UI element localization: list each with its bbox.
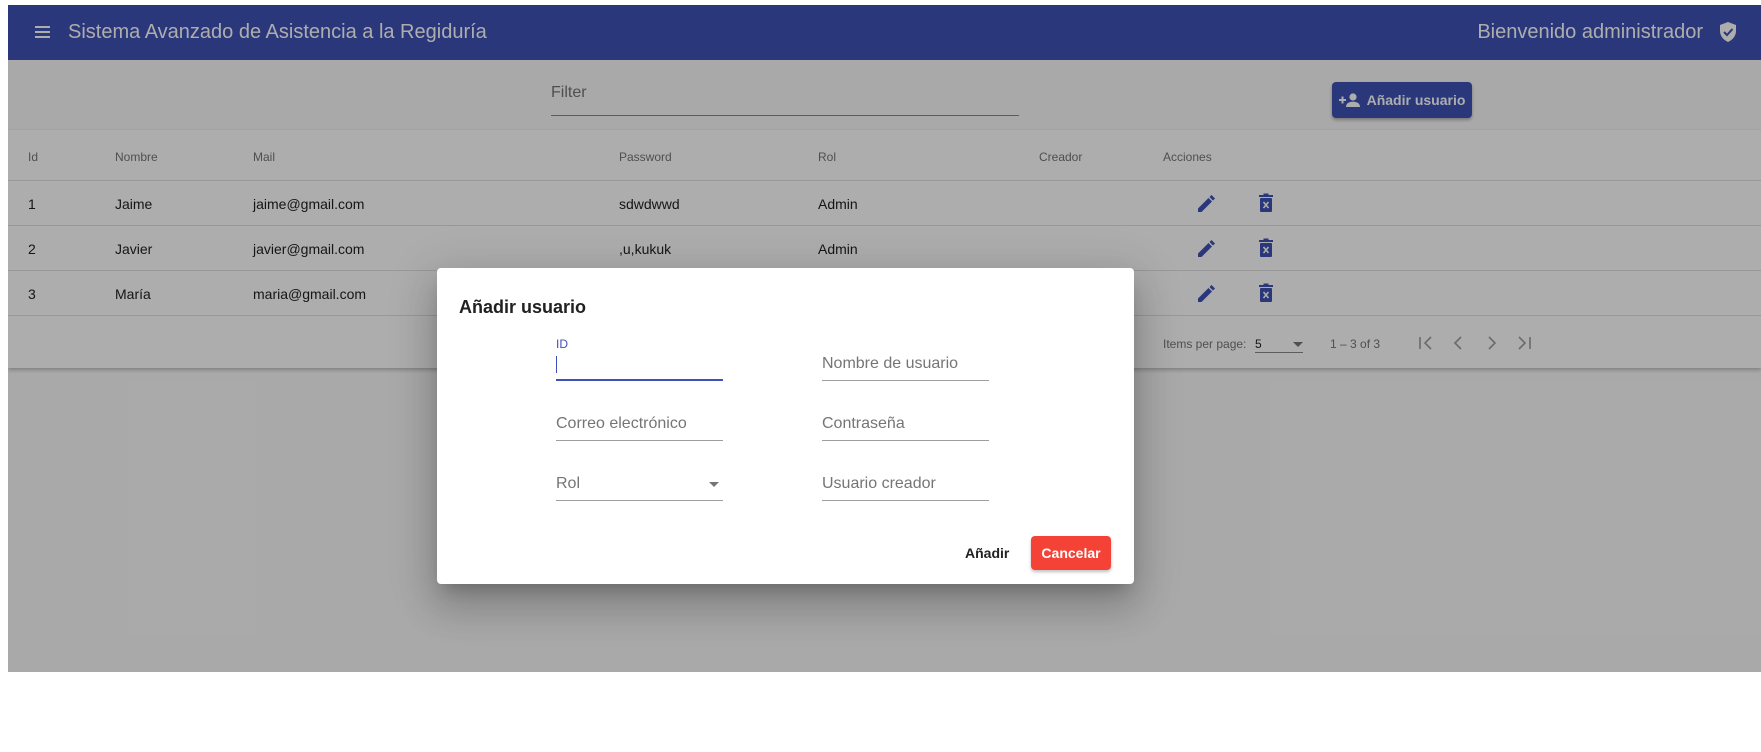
email-placeholder: Correo electrónico [556, 415, 687, 432]
password-field[interactable]: Contraseña [822, 401, 989, 441]
role-select[interactable]: Rol [556, 461, 723, 501]
text-cursor [556, 356, 557, 373]
username-field[interactable]: Nombre de usuario [822, 341, 989, 381]
id-field[interactable]: ID [556, 337, 723, 381]
creator-field[interactable]: Usuario creador [822, 461, 989, 501]
dialog-title: Añadir usuario [459, 297, 587, 317]
id-field-label: ID [556, 337, 568, 351]
app-root: Sistema Avanzado de Asistencia a la Regi… [0, 0, 1761, 752]
creator-placeholder: Usuario creador [822, 475, 936, 492]
role-placeholder: Rol [556, 475, 581, 492]
username-placeholder: Nombre de usuario [822, 355, 959, 372]
chevron-down-icon [709, 482, 719, 487]
cancel-button[interactable]: Cancelar [1031, 536, 1111, 570]
password-placeholder: Contraseña [822, 415, 905, 432]
confirm-add-button[interactable]: Añadir [957, 536, 1017, 570]
email-field[interactable]: Correo electrónico [556, 401, 723, 441]
add-user-dialog: Añadir usuario ID Nombre de usuario Corr… [437, 268, 1134, 584]
